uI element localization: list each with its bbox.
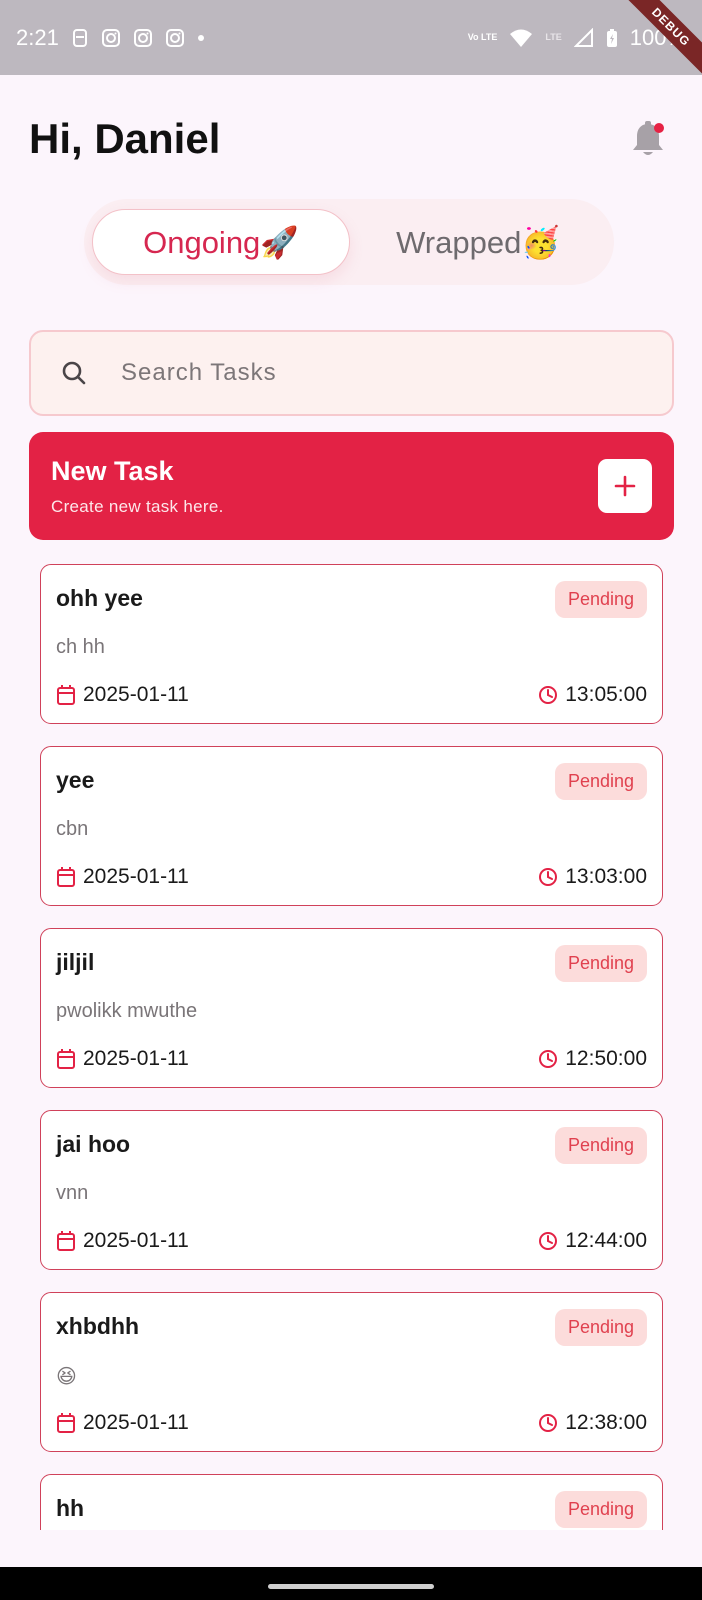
signal-icon: [573, 27, 594, 48]
task-time-value: 13:05:00: [565, 683, 647, 706]
calendar-icon: [57, 685, 75, 705]
clock-icon: [539, 1414, 558, 1432]
task-meta: 2025-01-11 12:38:00: [56, 1411, 647, 1435]
more-notifications-dot-icon: [197, 34, 205, 42]
lte-indicator: LTE: [545, 32, 562, 42]
notifications-button[interactable]: [630, 119, 666, 159]
search-icon: [62, 361, 86, 385]
status-bar-left: 2:21: [16, 25, 205, 51]
task-card[interactable]: yee Pending cbn 2025-01-11 13:03:00: [40, 746, 663, 906]
task-time-value: 12:38:00: [565, 1411, 647, 1434]
task-time-value: 12:50:00: [565, 1047, 647, 1070]
battery-icon: [606, 28, 618, 48]
new-task-card[interactable]: New Task Create new task here.: [29, 432, 674, 540]
status-badge: Pending: [554, 581, 647, 618]
header: Hi, Daniel: [29, 115, 666, 163]
status-badge: Pending: [554, 763, 647, 800]
task-date: 2025-01-11: [56, 1047, 189, 1071]
task-time: 12:44:00: [538, 1229, 647, 1253]
status-badge: Pending: [554, 1127, 647, 1164]
instagram-icon: [101, 28, 121, 48]
task-time-value: 13:03:00: [565, 865, 647, 888]
new-task-subtitle: Create new task here.: [51, 496, 224, 516]
calendar-icon: [57, 1231, 75, 1251]
status-bar-right: Vo LTE LTE 100%: [468, 25, 686, 51]
clock-icon: [539, 868, 558, 886]
notification-dot: [654, 123, 664, 133]
task-time-value: 12:44:00: [565, 1229, 647, 1252]
status-time: 2:21: [16, 24, 59, 50]
new-task-title: New Task: [51, 455, 174, 486]
task-time: 12:50:00: [538, 1047, 647, 1071]
task-date-value: 2025-01-11: [83, 683, 189, 706]
task-time: 13:05:00: [538, 683, 647, 707]
search-bar: [29, 330, 674, 416]
task-meta: 2025-01-11 12:44:00: [56, 1229, 647, 1253]
task-time: 13:03:00: [538, 865, 647, 889]
status-badge: Pending: [554, 945, 647, 982]
home-gesture-handle[interactable]: [268, 1584, 434, 1589]
task-filter-toggle: Ongoing🚀 Wrapped🥳: [84, 199, 614, 285]
task-description: cbn: [56, 818, 89, 840]
calendar-icon: [57, 1413, 75, 1433]
task-date-value: 2025-01-11: [83, 865, 189, 888]
task-description: ch hh: [56, 636, 105, 658]
task-meta: 2025-01-11 12:50:00: [56, 1047, 647, 1071]
task-date: 2025-01-11: [56, 1411, 189, 1435]
wifi-icon: [509, 28, 533, 48]
clock-icon: [539, 1232, 558, 1250]
search-input[interactable]: [121, 359, 581, 387]
instagram-icon: [165, 28, 185, 48]
task-description: pwolikk mwuthe: [56, 1000, 198, 1022]
tab-wrapped[interactable]: Wrapped🥳: [350, 209, 606, 275]
clock-icon: [539, 1050, 558, 1068]
new-task-text: New Task Create new task here.: [51, 456, 224, 517]
task-meta: 2025-01-11 13:03:00: [56, 865, 647, 889]
notification-app-icon: [71, 28, 89, 48]
task-list: ohh yee Pending ch hh 2025-01-11 13:05:0…: [40, 564, 663, 1530]
calendar-icon: [57, 867, 75, 887]
add-task-button[interactable]: [598, 459, 652, 513]
task-card[interactable]: xhbdhh Pending 😆 2025-01-11 12:38:00: [40, 1292, 663, 1452]
instagram-icon: [133, 28, 153, 48]
task-date-value: 2025-01-11: [83, 1047, 189, 1070]
task-date: 2025-01-11: [56, 683, 189, 707]
task-date-value: 2025-01-11: [83, 1229, 189, 1252]
task-description: vnn: [56, 1182, 89, 1204]
task-meta: 2025-01-11 13:05:00: [56, 683, 647, 707]
status-bar: 2:21 Vo LTE LTE 100% DEBUG: [0, 0, 702, 75]
task-card[interactable]: jiljil Pending pwolikk mwuthe 2025-01-11…: [40, 928, 663, 1088]
task-date: 2025-01-11: [56, 1229, 189, 1253]
task-card[interactable]: jai hoo Pending vnn 2025-01-11 12:44:00: [40, 1110, 663, 1270]
volte-indicator: Vo LTE: [467, 32, 498, 42]
clock-icon: [539, 686, 558, 704]
task-card[interactable]: hh Pending: [40, 1474, 663, 1530]
task-date: 2025-01-11: [56, 865, 189, 889]
task-description: 😆: [56, 1366, 77, 1388]
task-date-value: 2025-01-11: [83, 1411, 189, 1434]
task-time: 12:38:00: [538, 1411, 647, 1435]
calendar-icon: [57, 1049, 75, 1069]
plus-icon: [614, 475, 636, 497]
app-content: Hi, Daniel Ongoing🚀 Wrapped🥳 New Task Cr…: [0, 75, 702, 1530]
tab-ongoing[interactable]: Ongoing🚀: [92, 209, 350, 275]
page-title: Hi, Daniel: [29, 115, 221, 162]
status-badge: Pending: [554, 1491, 647, 1528]
task-card[interactable]: ohh yee Pending ch hh 2025-01-11 13:05:0…: [40, 564, 663, 724]
status-badge: Pending: [554, 1309, 647, 1346]
